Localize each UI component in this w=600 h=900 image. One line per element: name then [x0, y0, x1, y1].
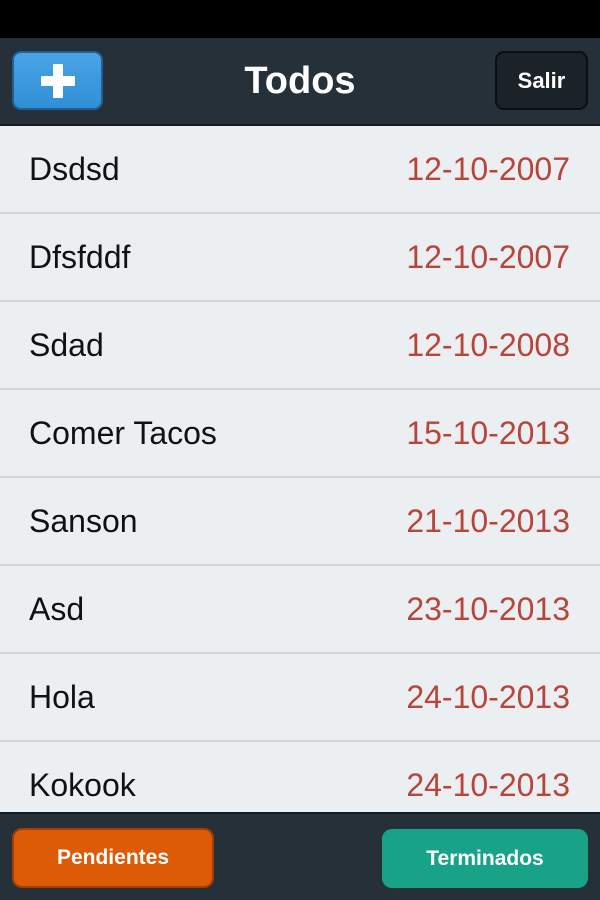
todo-date: 23-10-2013 [406, 590, 570, 627]
plus-icon [40, 63, 75, 98]
app-screen: Todos Salir Dsdsd 12-10-2007 Dfsfddf 12-… [0, 0, 600, 900]
todo-list: Dsdsd 12-10-2007 Dfsfddf 12-10-2007 Sdad… [0, 126, 600, 812]
todo-name: Sanson [29, 502, 138, 539]
todo-row[interactable]: Kokook 24-10-2013 [0, 742, 600, 812]
todo-date: 12-10-2007 [406, 150, 570, 187]
todo-date: 24-10-2013 [406, 766, 570, 803]
todo-name: Hola [29, 678, 95, 715]
navigation-bar: Todos Salir [0, 38, 600, 126]
todo-date: 12-10-2008 [406, 326, 570, 363]
todo-date: 15-10-2013 [406, 414, 570, 451]
status-bar [0, 0, 600, 38]
todo-name: Asd [29, 590, 85, 627]
todo-row[interactable]: Sdad 12-10-2008 [0, 302, 600, 390]
todo-row[interactable]: Dfsfddf 12-10-2007 [0, 214, 600, 302]
todo-date: 12-10-2007 [406, 238, 570, 275]
todo-row[interactable]: Comer Tacos 15-10-2013 [0, 390, 600, 478]
todo-name: Kokook [29, 766, 136, 803]
add-todo-button[interactable] [12, 51, 103, 110]
todo-date: 24-10-2013 [406, 678, 570, 715]
bottom-toolbar: Pendientes Terminados [0, 812, 600, 900]
todo-row[interactable]: Asd 23-10-2013 [0, 566, 600, 654]
logout-button[interactable]: Salir [495, 51, 588, 110]
todo-row[interactable]: Sanson 21-10-2013 [0, 478, 600, 566]
todo-name: Dfsfddf [29, 238, 131, 275]
pending-button[interactable]: Pendientes [12, 828, 214, 888]
todo-name: Dsdsd [29, 150, 120, 187]
todo-name: Comer Tacos [29, 414, 217, 451]
completed-button[interactable]: Terminados [382, 829, 588, 888]
todo-date: 21-10-2013 [406, 502, 570, 539]
todo-row[interactable]: Hola 24-10-2013 [0, 654, 600, 742]
todo-row[interactable]: Dsdsd 12-10-2007 [0, 126, 600, 214]
todo-name: Sdad [29, 326, 104, 363]
